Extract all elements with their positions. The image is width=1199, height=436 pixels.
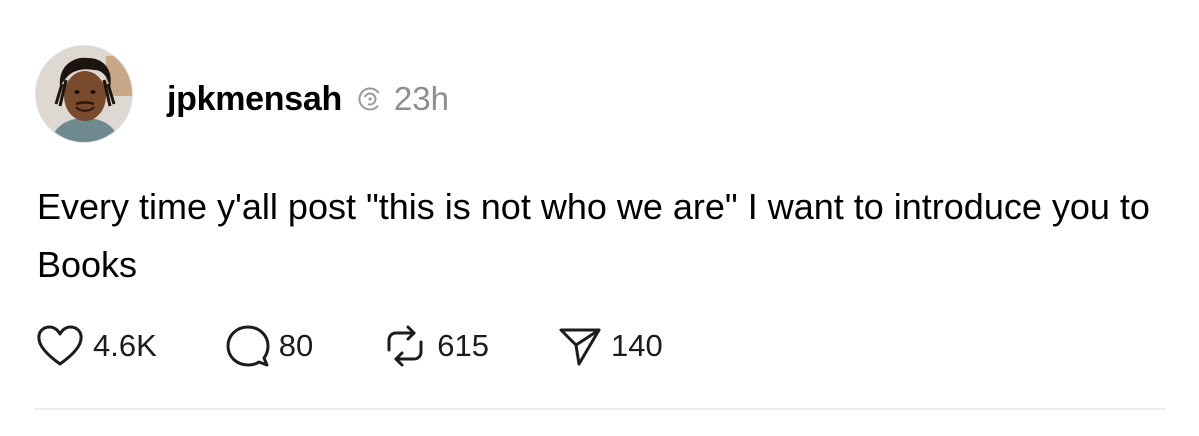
avatar-image bbox=[36, 46, 132, 142]
heart-icon bbox=[37, 325, 83, 366]
like-count: 4.6K bbox=[93, 328, 157, 363]
post-header: jpkmensah 23h bbox=[167, 74, 449, 124]
action-bar: 4.6K 80 615 140 bbox=[35, 322, 663, 370]
like-button[interactable]: 4.6K bbox=[35, 324, 157, 368]
send-icon bbox=[559, 328, 601, 366]
reply-button[interactable]: 80 bbox=[225, 324, 313, 368]
username[interactable]: jpkmensah bbox=[167, 80, 342, 119]
comment-icon bbox=[226, 325, 270, 367]
divider bbox=[35, 408, 1165, 410]
repost-icon bbox=[387, 325, 423, 367]
share-button[interactable]: 140 bbox=[557, 324, 663, 368]
share-count: 140 bbox=[611, 328, 663, 363]
avatar[interactable] bbox=[35, 45, 133, 143]
post-time: 23h bbox=[393, 80, 449, 117]
reply-count: 80 bbox=[278, 328, 314, 363]
repost-count: 615 bbox=[437, 328, 489, 363]
thread-post: jpkmensah 23h Every time y'all post "thi… bbox=[0, 0, 1199, 436]
repost-button[interactable]: 615 bbox=[381, 324, 489, 368]
post-text: Every time y'all post "this is not who w… bbox=[37, 186, 1150, 285]
threads-icon bbox=[354, 83, 386, 115]
